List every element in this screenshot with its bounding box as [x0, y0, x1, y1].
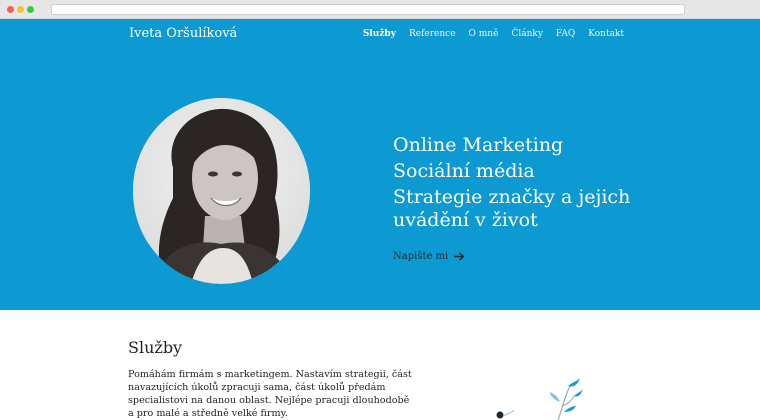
services-title: Služby: [128, 338, 183, 357]
hero-line-1: Online Marketing: [393, 134, 564, 156]
portrait-photo: [133, 98, 310, 284]
nav-item-sluzby[interactable]: Služby: [363, 29, 396, 39]
minimize-window-icon[interactable]: [17, 6, 24, 13]
contact-cta-link[interactable]: Napište mi: [393, 251, 465, 262]
nav-item-faq[interactable]: FAQ: [556, 29, 575, 39]
nav-item-kontakt[interactable]: Kontakt: [588, 29, 624, 39]
services-section: Služby Pomáhám firmám s marketingem. Nas…: [0, 310, 760, 420]
nav-item-o-mne[interactable]: O mně: [469, 29, 499, 39]
services-line-2: navazujících úkolů zpracuji sama, část ú…: [128, 382, 386, 393]
hero-line-4: uvádění v život: [393, 209, 538, 231]
address-bar[interactable]: [51, 4, 685, 15]
nav-item-clanky[interactable]: Články: [511, 29, 542, 39]
hero-headline: Online Marketing Sociální média Strategi…: [393, 134, 673, 232]
nav-item-reference[interactable]: Reference: [409, 29, 456, 39]
plant-illustration-icon: [496, 378, 583, 420]
hero-line-3: Strategie značky a jejich: [393, 186, 631, 208]
portrait-illustration: [133, 98, 310, 284]
services-line-3: specialistovi na danou oblast. Nejlépe p…: [128, 395, 410, 406]
browser-chrome: [0, 0, 760, 19]
cta-label: Napište mi: [393, 251, 449, 262]
services-description: Pomáhám firmám s marketingem. Nastavím s…: [128, 368, 412, 420]
maximize-window-icon[interactable]: [27, 6, 34, 13]
browser-window: Iveta Oršulíková Služby Reference O mně …: [0, 0, 760, 420]
site-brand[interactable]: Iveta Oršulíková: [129, 26, 237, 41]
close-window-icon[interactable]: [7, 6, 14, 13]
hero-line-2: Sociální média: [393, 160, 535, 182]
arrow-right-icon: [454, 252, 465, 261]
services-line-1: Pomáhám firmám s marketingem. Nastavím s…: [128, 369, 412, 380]
main-nav: Služby Reference O mně Články FAQ Kontak…: [350, 29, 624, 39]
services-line-4: a pro malé a středně velké firmy.: [128, 408, 288, 419]
hero-section: Iveta Oršulíková Služby Reference O mně …: [0, 19, 760, 310]
